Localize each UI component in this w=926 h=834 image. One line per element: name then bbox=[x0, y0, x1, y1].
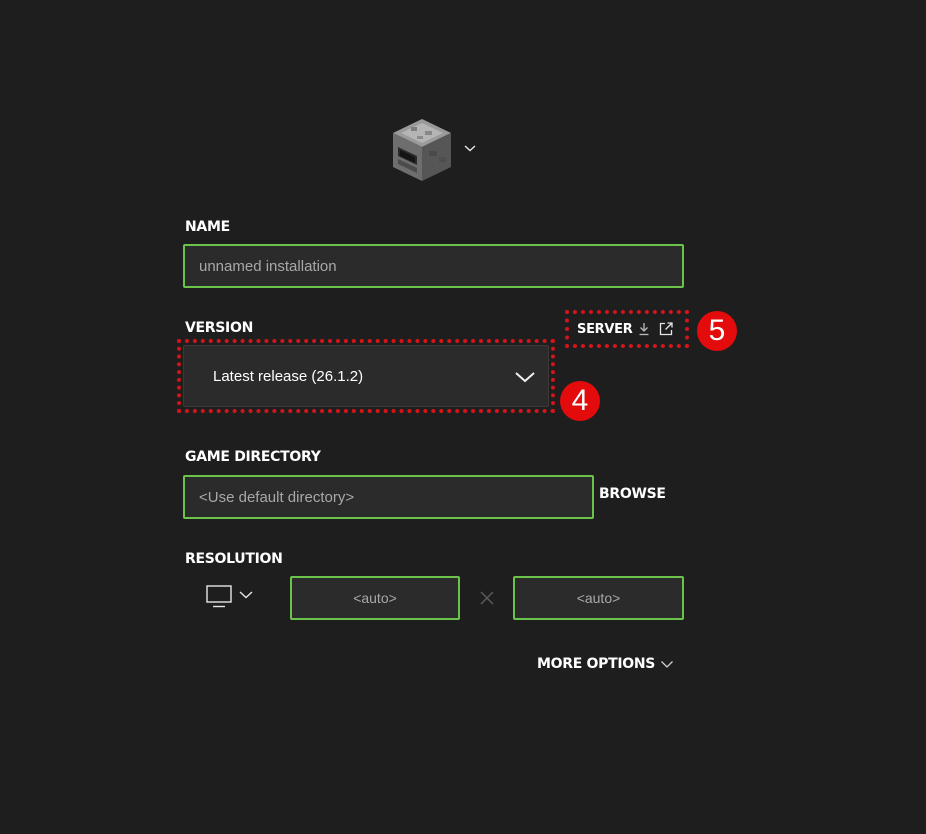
resolution-width-placeholder: <auto> bbox=[353, 590, 397, 606]
furnace-block-icon[interactable] bbox=[389, 117, 455, 183]
browse-button[interactable]: BROWSE bbox=[599, 486, 666, 502]
version-selected-value: Latest release (26.1.2) bbox=[213, 367, 364, 385]
name-input[interactable]: unnamed installation bbox=[183, 244, 684, 288]
server-download-link[interactable]: SERVER bbox=[565, 310, 689, 348]
version-dropdown[interactable]: Latest release (26.1.2) bbox=[183, 345, 549, 407]
resolution-height-placeholder: <auto> bbox=[576, 590, 621, 606]
server-link-label: SERVER bbox=[577, 321, 633, 337]
more-options-toggle[interactable]: MORE OPTIONS bbox=[537, 656, 674, 672]
game-directory-input[interactable]: <Use default directory> bbox=[183, 475, 594, 519]
resolution-label: RESOLUTION bbox=[185, 551, 283, 567]
chevron-down-icon bbox=[239, 591, 253, 599]
name-placeholder: unnamed installation bbox=[199, 257, 337, 275]
game-directory-placeholder: <Use default directory> bbox=[199, 488, 355, 506]
annotation-badge-5: 5 bbox=[697, 311, 737, 351]
chevron-down-icon bbox=[515, 372, 535, 383]
monitor-preset-dropdown[interactable] bbox=[206, 585, 258, 609]
monitor-icon bbox=[206, 585, 232, 608]
version-label: VERSION bbox=[185, 320, 253, 336]
name-label: NAME bbox=[185, 219, 230, 235]
installation-icon-picker[interactable] bbox=[389, 117, 481, 183]
annotation-badge-4: 4 bbox=[560, 381, 600, 421]
chevron-down-icon[interactable] bbox=[463, 143, 477, 153]
external-link-icon bbox=[660, 322, 674, 336]
more-options-label: MORE OPTIONS bbox=[537, 656, 656, 672]
chevron-down-icon bbox=[661, 661, 674, 668]
resolution-height-input[interactable]: <auto> bbox=[513, 576, 684, 620]
times-icon bbox=[480, 591, 494, 605]
resolution-width-input[interactable]: <auto> bbox=[290, 576, 460, 620]
game-directory-label: GAME DIRECTORY bbox=[185, 449, 321, 465]
download-icon bbox=[639, 323, 649, 336]
